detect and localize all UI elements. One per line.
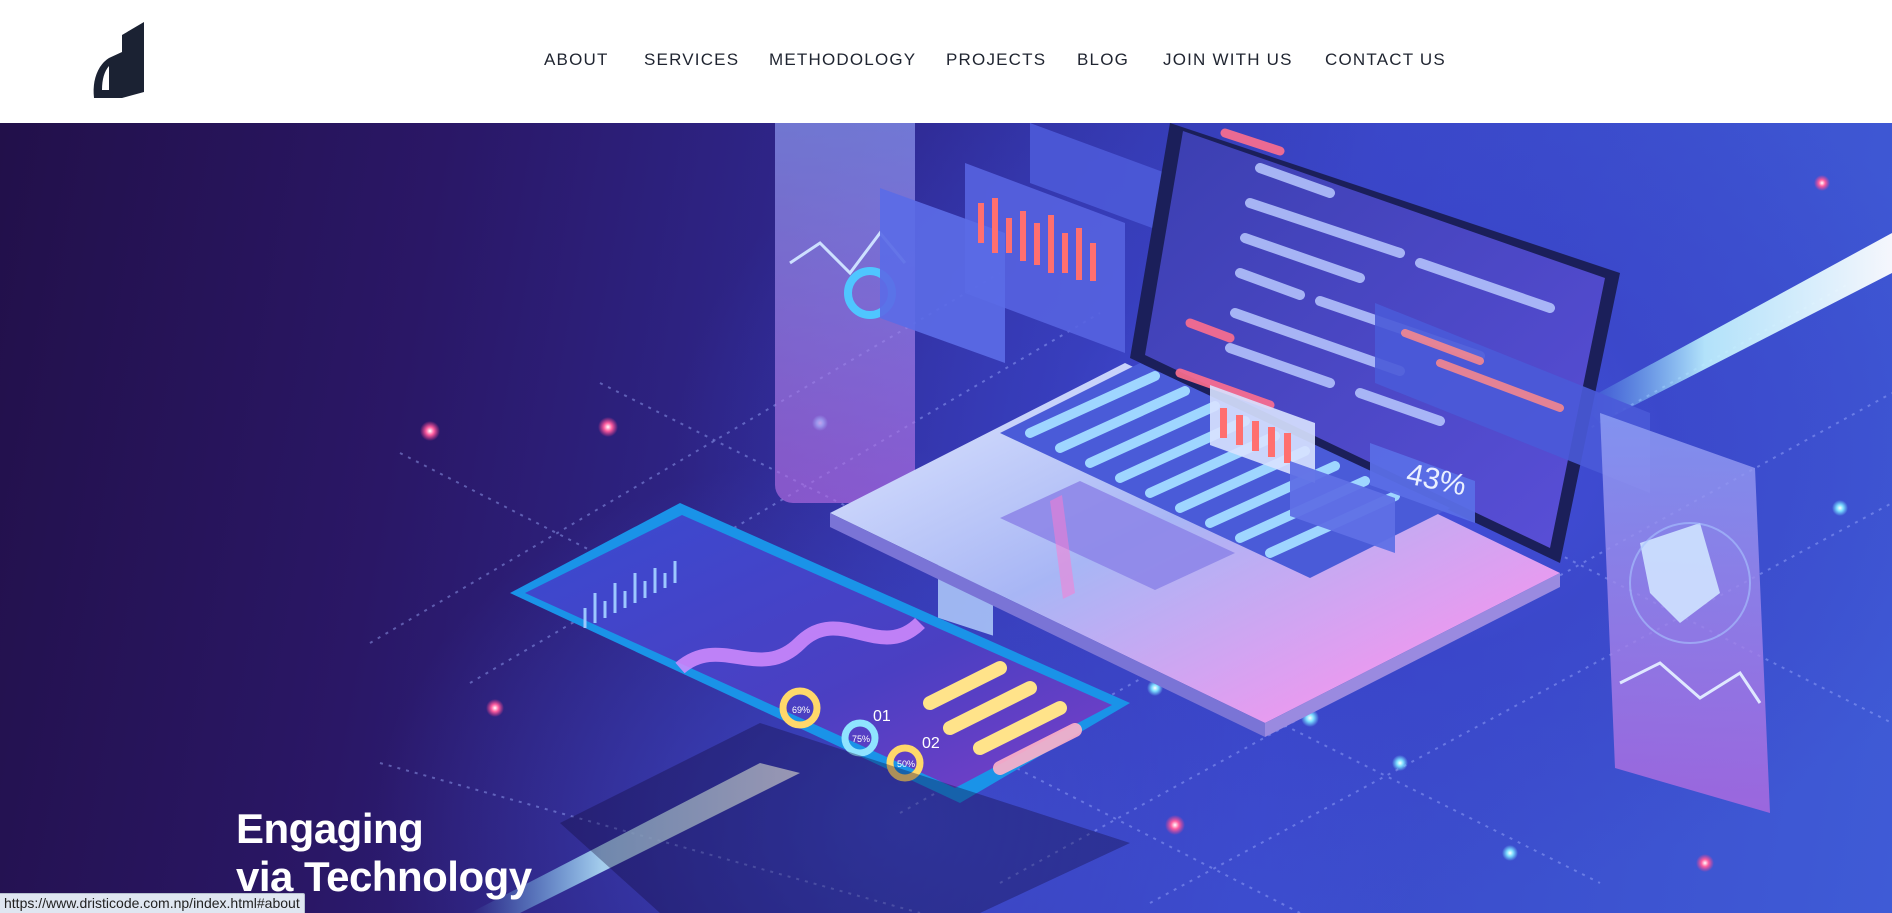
svg-text:02: 02 [922,735,940,752]
nav-join-link[interactable]: JOIN WITH US [1163,50,1293,70]
hero-title-line-1: Engaging [236,805,424,852]
svg-text:75%: 75% [852,734,870,744]
site-header: ABOUT SERVICES METHODOLOGY PROJECTS BLOG… [0,0,1892,123]
hero-illustration: 43% 69% 75% 50% 01 02 [369,123,1892,913]
svg-text:01: 01 [873,708,891,725]
nav-methodology-link[interactable]: METHODOLOGY [769,50,916,70]
nav-services-link[interactable]: SERVICES [644,50,739,70]
hero-title: Engaging via Technology [236,805,532,901]
svg-text:50%: 50% [897,759,915,769]
status-bar-url: https://www.dristicode.com.np/index.html… [0,893,305,913]
nav-blog-link[interactable]: BLOG [1077,50,1129,70]
nav-about-link[interactable]: ABOUT [544,50,609,70]
svg-text:69%: 69% [792,705,810,715]
nav-contact-link[interactable]: CONTACT US [1325,50,1446,70]
main-nav: ABOUT SERVICES METHODOLOGY PROJECTS BLOG… [0,0,1892,123]
floating-phone-right [1600,413,1770,813]
nav-projects-link[interactable]: PROJECTS [946,50,1046,70]
hero-banner: 43% 69% 75% 50% 01 02 Engaging via Techn… [0,123,1892,913]
